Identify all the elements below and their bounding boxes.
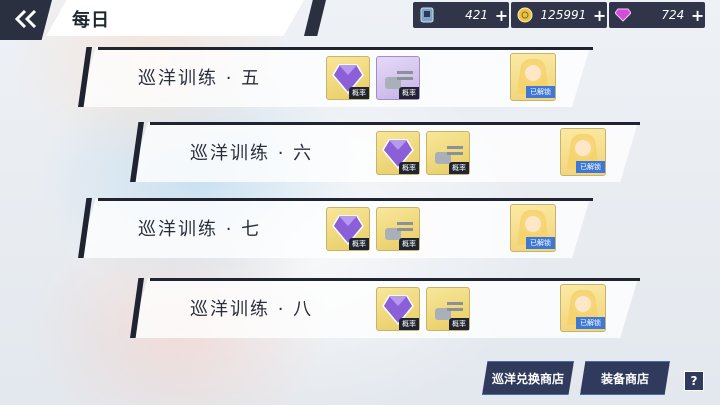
exchange-shop-button[interactable]: 巡洋兑换商店: [482, 361, 574, 395]
reward-tag: 概率: [399, 87, 419, 99]
purple-gem-icon: [615, 6, 631, 24]
add-gold-button[interactable]: +: [592, 6, 607, 25]
resource-value: 125991: [540, 8, 587, 22]
reward-turret[interactable]: 概率: [426, 287, 470, 331]
reward-gem[interactable]: 概率: [326, 207, 370, 251]
add-oil-button[interactable]: +: [494, 6, 509, 25]
stage-top-line: [98, 198, 593, 201]
resource-gold: 125991 +: [511, 2, 607, 28]
gold-coin-icon: [517, 6, 533, 24]
reward-tag: 概率: [449, 318, 469, 330]
character-portrait[interactable]: 已解锁: [560, 128, 606, 176]
unlocked-badge: 已解锁: [576, 317, 605, 329]
reward-tag: 概率: [349, 238, 369, 250]
unlocked-badge: 已解锁: [576, 161, 605, 173]
reward-turret[interactable]: 概率: [376, 56, 420, 100]
resource-oil: 421 +: [413, 2, 509, 28]
reward-tag: 概率: [399, 238, 419, 250]
stage-row[interactable]: 巡洋训练 · 八 概率 概率 已解锁: [130, 278, 640, 338]
character-portrait[interactable]: 已解锁: [510, 204, 556, 252]
stage-name: 巡洋训练 · 六: [190, 143, 314, 164]
unlocked-badge: 已解锁: [526, 237, 555, 249]
stage-name: 巡洋训练 · 八: [190, 299, 314, 320]
reward-tag: 概率: [399, 162, 419, 174]
reward-turret[interactable]: 概率: [426, 131, 470, 175]
stage-top-line: [98, 47, 593, 50]
reward-tag: 概率: [399, 318, 419, 330]
resource-value: 724: [661, 8, 685, 22]
add-gem-button[interactable]: +: [690, 6, 705, 25]
character-portrait[interactable]: 已解锁: [510, 53, 556, 101]
help-button[interactable]: ?: [684, 371, 704, 391]
stage-row[interactable]: 巡洋训练 · 七 概率 概率 已解锁: [78, 198, 593, 258]
stage-top-line: [150, 278, 640, 281]
double-chevron-left-icon: [14, 5, 37, 35]
character-portrait[interactable]: 已解锁: [560, 284, 606, 332]
stage-row[interactable]: 巡洋训练 · 六 概率 概率 已解锁: [130, 122, 640, 182]
stage-name: 巡洋训练 · 五: [138, 68, 262, 89]
reward-turret[interactable]: 概率: [376, 207, 420, 251]
oil-card-icon: [419, 6, 434, 24]
page-title: 每日: [72, 10, 110, 31]
stage-row[interactable]: 巡洋训练 · 五 概率 概率 已解锁: [78, 47, 593, 107]
reward-gem[interactable]: 概率: [326, 56, 370, 100]
reward-tag: 概率: [349, 87, 369, 99]
stage-name: 巡洋训练 · 七: [138, 219, 262, 240]
stage-top-line: [150, 122, 640, 125]
unlocked-badge: 已解锁: [526, 86, 555, 98]
resource-gem: 724 +: [609, 2, 705, 28]
reward-gem[interactable]: 概率: [376, 131, 420, 175]
equipment-shop-button[interactable]: 装备商店: [580, 361, 670, 395]
reward-gem[interactable]: 概率: [376, 287, 420, 331]
reward-tag: 概率: [449, 162, 469, 174]
resource-value: 421: [465, 8, 488, 22]
